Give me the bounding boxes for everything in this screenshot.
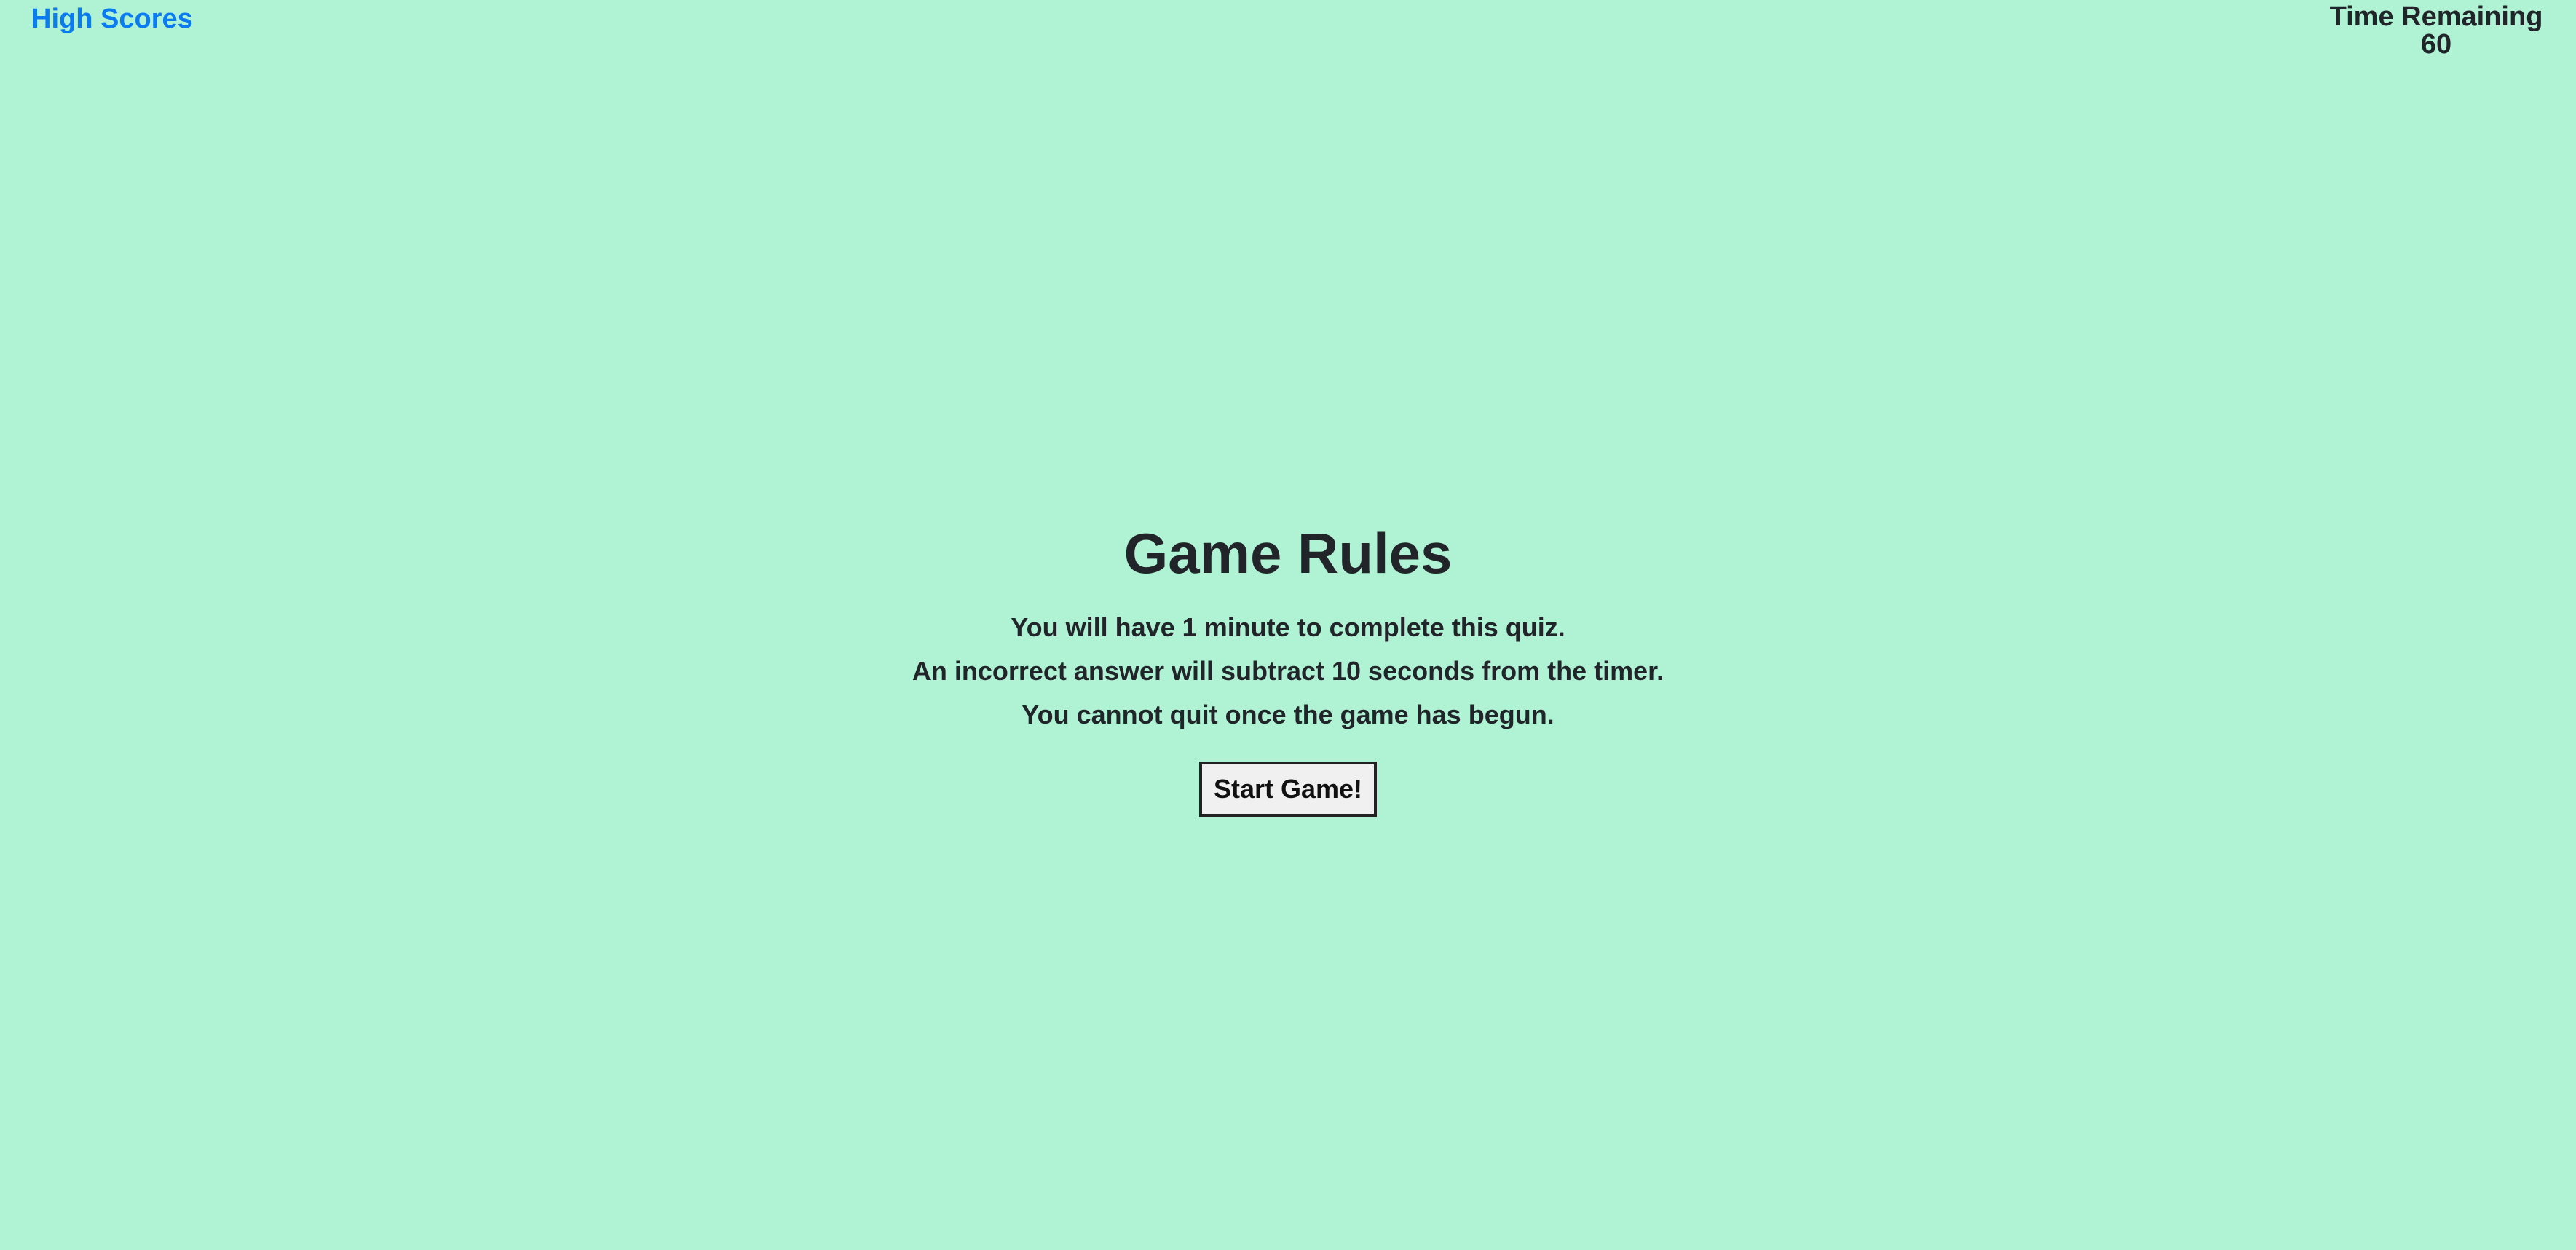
page-title: Game Rules [1123,521,1453,585]
start-game-button[interactable]: Start Game! [1198,762,1378,817]
rule-item: You cannot quit once the game has begun. [1022,700,1554,729]
high-scores-link[interactable]: High Scores [31,3,193,35]
rule-item: You will have 1 minute to complete this … [1011,612,1565,642]
timer: Time Remaining 60 [2327,3,2545,58]
game-rules-section: Game Rules You will have 1 minute to com… [0,517,2576,817]
timer-label: Time Remaining [2329,1,2543,32]
timer-value: 60 [2420,29,2452,60]
rules-list: You will have 1 minute to complete this … [0,606,2576,737]
rule-item: An incorrect answer will subtract 10 sec… [912,656,1664,686]
